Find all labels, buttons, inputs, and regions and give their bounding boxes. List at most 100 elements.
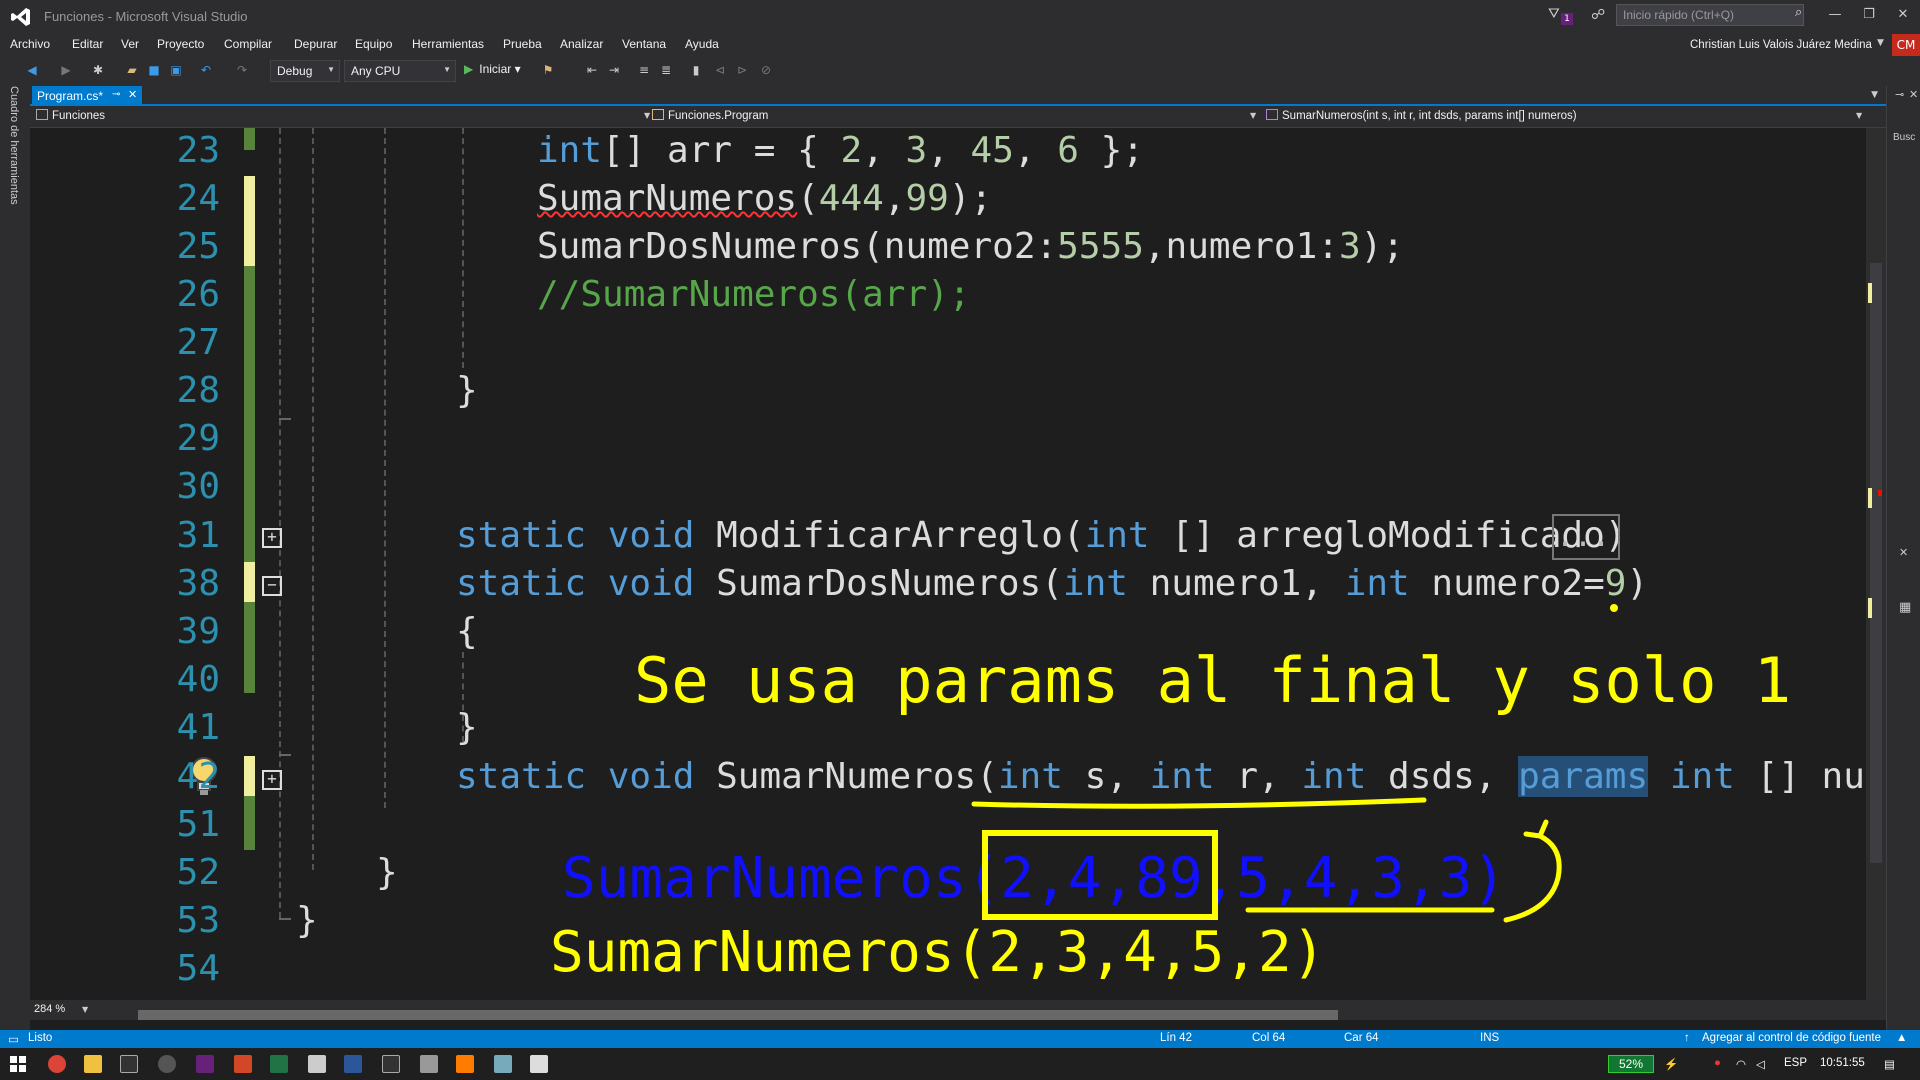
open-folder-icon[interactable]: ▰ xyxy=(124,62,140,78)
chevron-down-icon[interactable]: ▼ xyxy=(82,1005,88,1014)
code-line-42[interactable]: static void SumarNumeros(int s, int r, i… xyxy=(456,756,1866,797)
code-line-31[interactable]: static void ModificarArreglo(int [] arre… xyxy=(456,515,1626,556)
start-debugging-button[interactable]: ▶ Iniciar ▾ xyxy=(464,62,521,76)
menu-ventana[interactable]: Ventana xyxy=(622,37,666,51)
code-editor[interactable]: + − + 23 24 25 26 27 28 29 30 31 38 39 4… xyxy=(30,128,1866,1000)
menu-herramientas[interactable]: Herramientas xyxy=(412,37,484,51)
paint-icon[interactable] xyxy=(494,1055,512,1073)
member-dropdown[interactable]: SumarNumeros(int s, int r, int dsds, par… xyxy=(1266,109,1766,127)
configuration-select[interactable]: Debug ▼ xyxy=(270,60,340,82)
comment-icon[interactable]: ≡ xyxy=(636,62,652,78)
error-token[interactable]: SumarNumeros xyxy=(537,178,797,219)
chrome-icon[interactable] xyxy=(48,1055,66,1073)
minimize-button[interactable]: — xyxy=(1820,4,1850,26)
browser-link-icon[interactable]: ⚑ xyxy=(540,62,556,78)
code-line-52[interactable]: } xyxy=(376,852,398,893)
search-panel-label[interactable]: Busc xyxy=(1893,132,1915,143)
chevron-down-icon[interactable]: ▼ xyxy=(1250,111,1256,120)
code-line-24[interactable]: SumarNumeros(444,99); xyxy=(537,178,992,219)
menu-depurar[interactable]: Depurar xyxy=(294,37,337,51)
close-window-button[interactable]: ✕ xyxy=(1888,4,1918,26)
powerpoint-icon[interactable] xyxy=(234,1055,252,1073)
restore-button[interactable]: ❐ xyxy=(1854,4,1884,26)
project-dropdown[interactable]: Funciones xyxy=(36,109,636,127)
step-over-icon[interactable]: ⇥ xyxy=(606,62,622,78)
notifications-icon[interactable]: ▤ xyxy=(1884,1057,1895,1071)
chevron-down-icon[interactable]: ▼ xyxy=(644,111,650,120)
clear-bookmarks-icon[interactable]: ⊘ xyxy=(758,62,774,78)
scrollbar-thumb[interactable] xyxy=(138,1010,1338,1020)
battery-indicator[interactable]: 52% xyxy=(1608,1055,1654,1073)
horizontal-scrollbar[interactable] xyxy=(108,1005,1868,1020)
illustrator-icon[interactable] xyxy=(456,1055,474,1073)
close-icon[interactable]: ✕ xyxy=(1899,546,1908,559)
avatar[interactable]: CM xyxy=(1892,34,1920,56)
close-icon[interactable]: ✕ xyxy=(128,88,137,101)
command-prompt-icon[interactable] xyxy=(382,1055,400,1073)
code-line-28[interactable]: } xyxy=(456,370,478,411)
properties-icon[interactable]: ▦ xyxy=(1899,600,1911,615)
toolbox-strip[interactable]: Cuadro de herramientas xyxy=(0,86,30,1030)
code-line-53[interactable]: } xyxy=(296,900,318,941)
source-control-button[interactable]: Agregar al control de código fuente xyxy=(1702,1032,1881,1044)
scrollbar-thumb[interactable] xyxy=(1870,263,1882,863)
step-icon[interactable]: ⇤ xyxy=(584,62,600,78)
uncomment-icon[interactable]: ≣ xyxy=(658,62,674,78)
chevron-up-icon[interactable]: ▲ xyxy=(1896,1032,1907,1044)
power-icon[interactable]: ⚡ xyxy=(1664,1057,1678,1071)
menu-editar[interactable]: Editar xyxy=(72,37,103,51)
calculator-icon[interactable] xyxy=(530,1055,548,1073)
code-line-25[interactable]: SumarDosNumeros(numero2:5555,numero1:3); xyxy=(537,226,1404,267)
undo-icon[interactable]: ↶ xyxy=(198,62,214,78)
new-project-icon[interactable]: ✱ xyxy=(90,62,106,78)
collapsed-region-box[interactable]: ... xyxy=(1552,514,1620,560)
close-icon[interactable]: ✕ xyxy=(1909,88,1918,101)
menu-proyecto[interactable]: Proyecto xyxy=(157,37,204,51)
redo-icon[interactable]: ↷ xyxy=(234,62,250,78)
quick-launch-input[interactable]: Inicio rápido (Ctrl+Q) xyxy=(1616,4,1804,26)
code-line-39[interactable]: { xyxy=(456,611,478,652)
volume-icon[interactable]: ◁ xyxy=(1756,1057,1765,1071)
menu-equipo[interactable]: Equipo xyxy=(355,37,392,51)
code-line-41[interactable]: } xyxy=(456,707,478,748)
settings-icon[interactable] xyxy=(158,1055,176,1073)
pin-icon[interactable]: ⊸ xyxy=(1895,88,1904,101)
menu-archivo[interactable]: Archivo xyxy=(10,37,50,51)
chevron-down-icon[interactable]: ▼ xyxy=(1856,111,1862,120)
save-icon[interactable]: ■ xyxy=(146,62,162,78)
prev-bookmark-icon[interactable]: ⊲ xyxy=(712,62,728,78)
wifi-icon[interactable]: ◠ xyxy=(1736,1057,1746,1071)
language-indicator[interactable]: ESP xyxy=(1784,1057,1807,1069)
search-icon[interactable]: ⌕ xyxy=(1795,5,1802,20)
vertical-scrollbar[interactable] xyxy=(1866,128,1886,1000)
next-bookmark-icon[interactable]: ⊳ xyxy=(734,62,750,78)
chevron-down-icon[interactable]: ▼ xyxy=(1877,38,1884,48)
menu-prueba[interactable]: Prueba xyxy=(503,37,542,51)
notes-icon[interactable] xyxy=(420,1055,438,1073)
expand-region-button[interactable]: + xyxy=(262,770,282,790)
visual-studio-icon[interactable] xyxy=(196,1055,214,1073)
feedback-icon[interactable]: ☍ xyxy=(1591,7,1609,25)
menu-compilar[interactable]: Compilar xyxy=(224,37,272,51)
chrome-tray-icon[interactable]: ● xyxy=(1714,1057,1721,1069)
code-line-23[interactable]: int[] arr = { 2, 3, 45, 6 }; xyxy=(537,130,1144,171)
file-explorer-icon[interactable] xyxy=(84,1055,102,1073)
collapse-region-button[interactable]: − xyxy=(262,576,282,596)
expand-region-button[interactable]: + xyxy=(262,528,282,548)
zoom-level[interactable]: 284 % xyxy=(34,1003,65,1015)
clock[interactable]: 10:51:55 xyxy=(1820,1057,1865,1069)
mail-icon[interactable] xyxy=(308,1055,326,1073)
pin-icon[interactable]: ⊸ xyxy=(112,89,120,100)
save-all-icon[interactable]: ▣ xyxy=(168,62,184,78)
toolbox-label[interactable]: Cuadro de herramientas xyxy=(8,86,20,205)
up-arrow-icon[interactable]: ↑ xyxy=(1684,1032,1690,1044)
windows-start-icon[interactable] xyxy=(10,1056,26,1072)
terminal-icon[interactable] xyxy=(120,1055,138,1073)
menu-ver[interactable]: Ver xyxy=(121,37,139,51)
code-line-26[interactable]: //SumarNumeros(arr); xyxy=(537,274,970,315)
code-line-38[interactable]: static void SumarDosNumeros(int numero1,… xyxy=(456,563,1648,604)
tab-program-cs[interactable]: Program.cs* ⊸ ✕ xyxy=(32,86,142,106)
excel-icon[interactable] xyxy=(270,1055,288,1073)
forward-icon[interactable]: ▶ xyxy=(58,62,74,78)
back-icon[interactable]: ◀ xyxy=(24,62,40,78)
